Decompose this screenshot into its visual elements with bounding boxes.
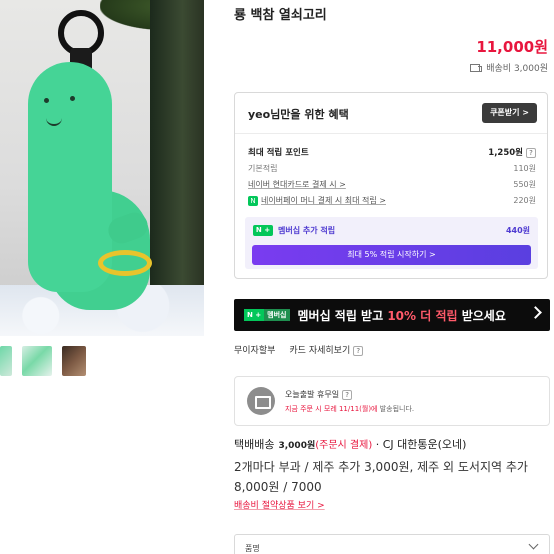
shipping-extra-fees: 2개마다 부과 / 제주 추가 3,000원, 제주 외 도서지역 추가 8,0…: [234, 460, 528, 494]
membership-value: 440원: [505, 226, 530, 235]
payment-meta-links: 무이자할부 카드 자세히보기?: [234, 343, 364, 356]
membership-start-button[interactable]: 최대 5% 적립 시작하기 >: [252, 245, 531, 265]
membership-label: 멤버십 추가 적립: [278, 226, 336, 235]
today-dispatch-box: 오늘출발 휴무일? 지금 주문 시 모레 11/11(월)에 발송됩니다.: [234, 376, 550, 426]
thumbnail-2[interactable]: [22, 346, 52, 376]
installment-link[interactable]: 무이자할부: [234, 343, 275, 356]
banner-text-before: 멤버십 적립 받고: [297, 308, 388, 323]
naver-plus-icon: N +: [244, 309, 265, 321]
shipping-condition: (주문시 결제): [315, 440, 373, 451]
help-icon[interactable]: ?: [353, 346, 364, 356]
thumbnail-3[interactable]: [62, 346, 86, 376]
tree-trunk-decoration: [150, 0, 204, 300]
points-row-card[interactable]: 네이버 현대카드로 결제 시 > 550원: [248, 179, 536, 190]
max-points-label: 최대 적립 포인트: [248, 148, 309, 158]
card-benefit-link-wrap: 카드 자세히보기?: [289, 343, 364, 356]
dispatch-title: 오늘출발 휴무일: [285, 390, 340, 399]
max-points-value-wrap: 1,250원?: [488, 146, 536, 158]
dispatch-notice: 지금 주문 시 모레 11/11(월)에 발송됩니다.: [285, 404, 414, 414]
points-row-label[interactable]: 네이버 현대카드로 결제 시 >: [248, 179, 346, 190]
banner-text-accent: 10% 더 적립: [387, 308, 458, 323]
help-icon[interactable]: ?: [342, 389, 353, 400]
points-row-value: 220원: [513, 196, 536, 205]
membership-panel: N + 멤버십 추가 적립 440원 최대 5% 적립 시작하기 >: [245, 217, 538, 269]
coupon-download-button[interactable]: 쿠폰받기 >: [482, 103, 537, 123]
dispatch-title-wrap: 오늘출발 휴무일?: [285, 389, 353, 400]
plush-eye-left: [44, 98, 49, 103]
help-icon[interactable]: ?: [526, 148, 536, 158]
points-row-npay[interactable]: N 네이버페이 머니 결제 시 최대 적립 > 220원: [248, 195, 536, 206]
naver-plus-icon: N +: [253, 225, 273, 236]
membership-row: N + 멤버십 추가 적립 440원: [253, 225, 530, 236]
npay-icon: N: [248, 196, 258, 206]
plush-ring-accessory: [98, 250, 152, 276]
shipping-bundle-link[interactable]: 배송비 절약상품 보기 >: [234, 498, 325, 511]
product-title: 룡 백참 열쇠고리: [234, 8, 327, 23]
shipping-fee-text: 배송비 3,000원: [486, 64, 548, 74]
product-main-image[interactable]: [0, 0, 204, 336]
thumbnail-strip: [0, 346, 86, 378]
shipping-method: 택배배송 3,000원(주문시 결제) · CJ 대한통운(오네): [234, 436, 466, 452]
shipping-carrier: · CJ 대한통운(오네): [372, 438, 467, 451]
product-gallery: [0, 0, 206, 554]
benefit-panel: yeo님만을 위한 혜택 쿠폰받기 > 최대 적립 포인트 1,250원? 기본…: [234, 92, 548, 279]
banner-text-after: 받으세요: [457, 308, 506, 323]
product-info: 룡 백참 열쇠고리 11,000원 배송비 3,000원 yeo님만을 위한 혜…: [222, 0, 554, 554]
plush-eye-right: [70, 96, 75, 101]
membership-badge-text: 멤버십: [264, 309, 290, 321]
points-row-label[interactable]: 네이버페이 머니 결제 시 최대 적립 >: [261, 196, 386, 205]
membership-label-wrap: N + 멤버십 추가 적립: [253, 225, 335, 236]
points-row-value: 110원: [513, 164, 536, 173]
chevron-right-icon: [529, 306, 542, 319]
points-row-value: 550원: [513, 180, 536, 189]
dispatch-notice-date: 지금 주문 시 모레 11/11(월)에: [285, 405, 378, 413]
shipping-method-label: 택배배송: [234, 438, 275, 451]
shipping-fee-summary: 배송비 3,000원: [470, 61, 548, 74]
points-row-label: 기본적립: [248, 164, 278, 173]
max-points-value: 1,250원: [488, 148, 523, 158]
max-points-row: 최대 적립 포인트 1,250원?: [248, 146, 536, 158]
points-row-basic: 기본적립 110원: [248, 163, 536, 174]
chevron-down-icon: [528, 539, 539, 550]
option-label: 품명: [245, 544, 260, 553]
thumbnail-1[interactable]: [0, 346, 12, 376]
option-select[interactable]: 품명: [234, 534, 550, 554]
card-benefit-link[interactable]: 카드 자세히보기: [289, 346, 350, 356]
membership-banner[interactable]: N + 멤버십 멤버십 적립 받고 10% 더 적립 받으세요: [234, 299, 550, 331]
shipping-method-fee: 3,000원: [278, 441, 316, 451]
membership-badge: N + 멤버십: [244, 309, 290, 321]
divider: [235, 133, 547, 134]
benefit-title: yeo님만을 위한 혜택: [248, 108, 349, 121]
points-row-label-wrap[interactable]: N 네이버페이 머니 결제 시 최대 적립 >: [248, 195, 386, 206]
dispatch-notice-tail: 발송됩니다.: [377, 405, 415, 413]
product-price: 11,000원: [476, 38, 548, 56]
truck-icon: [247, 387, 275, 415]
truck-icon: [470, 63, 483, 72]
